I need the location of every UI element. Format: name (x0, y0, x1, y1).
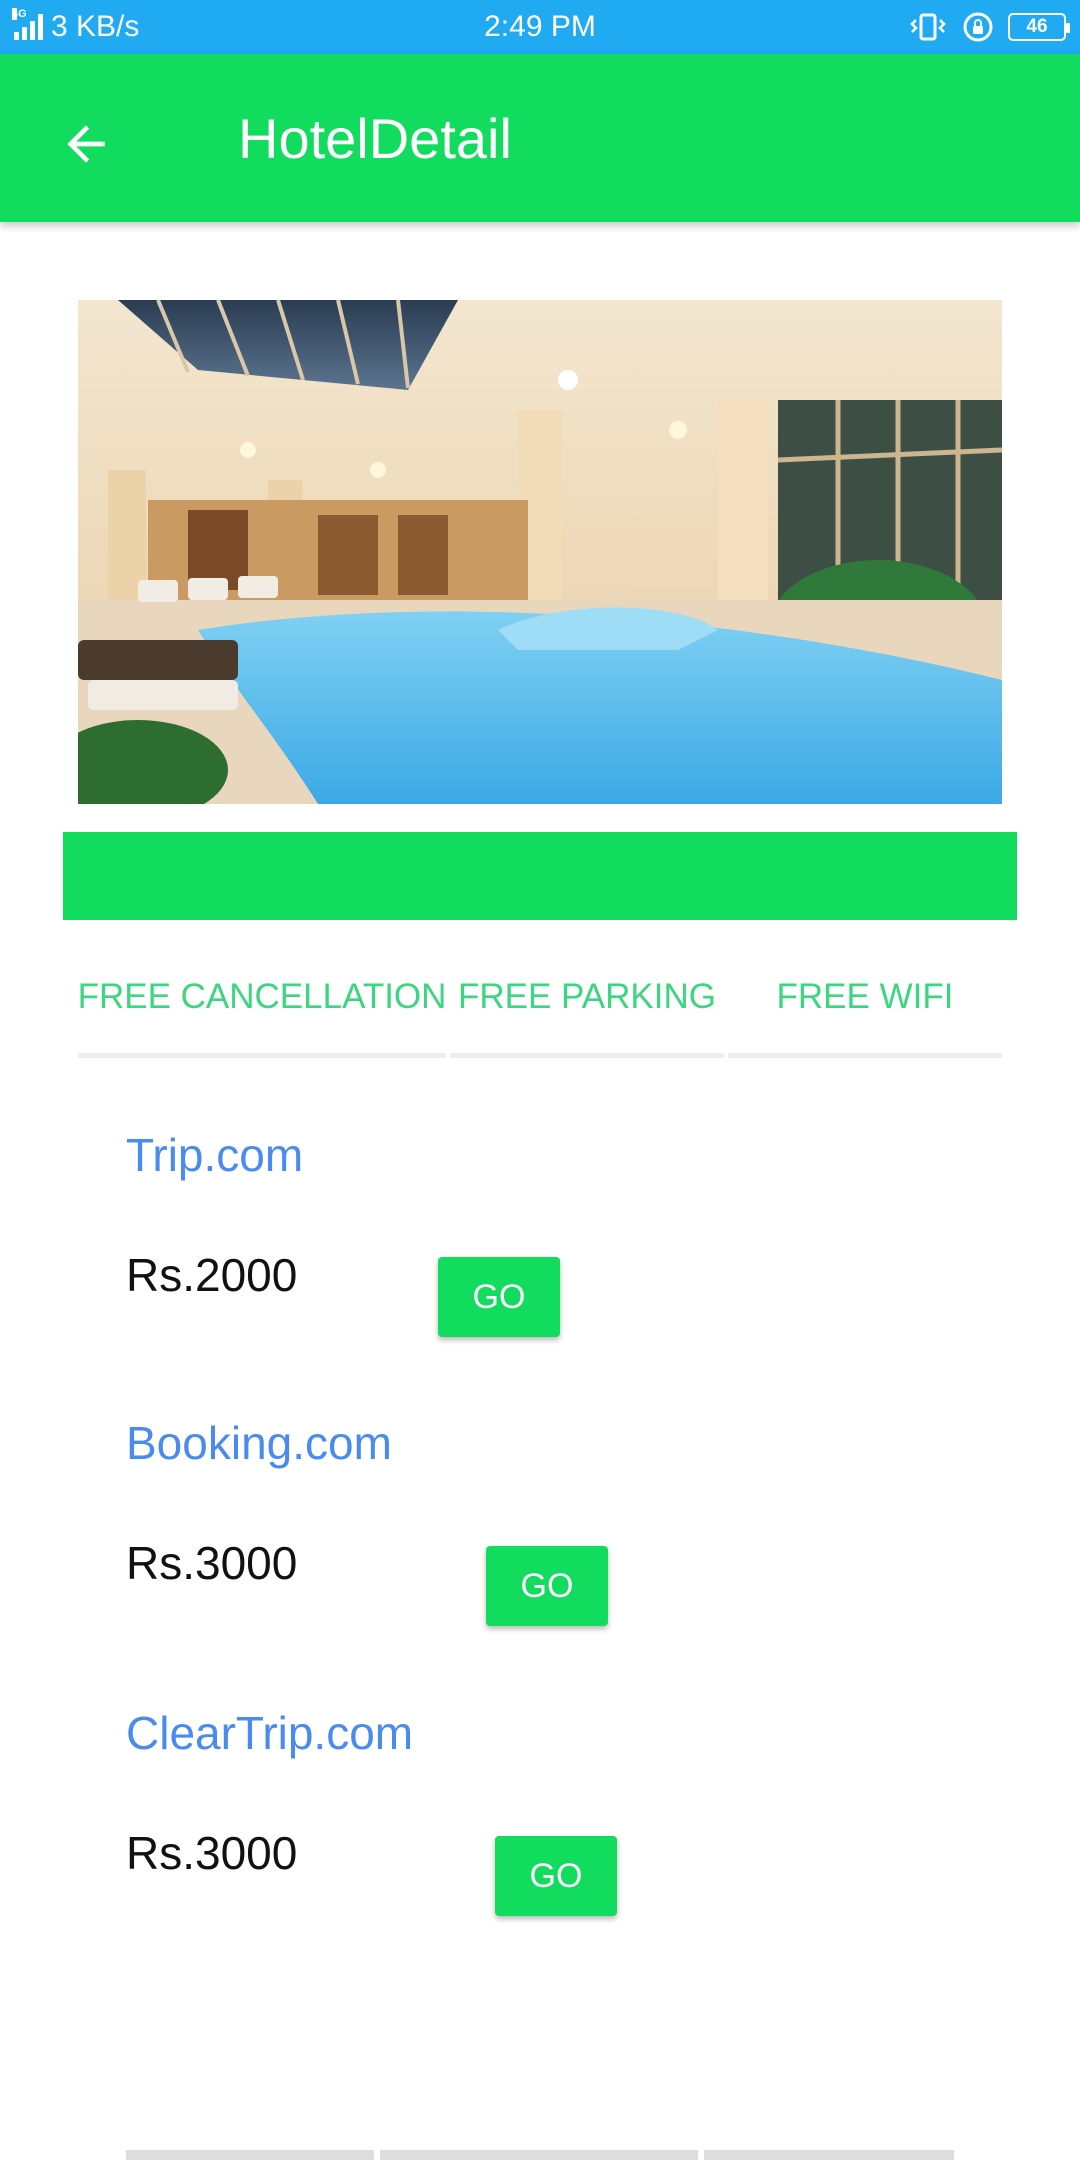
amenity-free-wifi[interactable]: FREE WIFI (728, 940, 1002, 1058)
page-title: HotelDetail (238, 106, 512, 170)
amenity-free-parking[interactable]: FREE PARKING (450, 940, 724, 1058)
offer-price: Rs.2000 (126, 1249, 298, 1301)
network-type: 4G (12, 8, 27, 20)
offer-site-name[interactable]: ClearTrip.com (126, 1706, 413, 1760)
signal-icon: 4G (12, 8, 43, 40)
offer-site-name[interactable]: Trip.com (126, 1128, 303, 1182)
rotation-lock-icon (963, 12, 993, 42)
go-button[interactable]: GO (486, 1546, 608, 1626)
amenity-tabs: FREE CANCELLATION FREE PARKING FREE WIFI (78, 940, 1002, 1062)
go-button[interactable]: GO (438, 1257, 560, 1337)
status-right: 46 (908, 0, 1070, 54)
status-left: 4G 3 KB/s (12, 0, 140, 54)
bottom-divider (126, 2150, 954, 2160)
offer-price: Rs.3000 (126, 1537, 298, 1589)
app-bar: HotelDetail (0, 54, 1080, 222)
amenity-free-cancellation[interactable]: FREE CANCELLATION (78, 940, 446, 1058)
status-bar: 4G 3 KB/s 2:49 PM 46 (0, 0, 1080, 54)
hotel-image (78, 300, 1002, 804)
arrow-left-icon (67, 125, 105, 163)
go-button[interactable]: GO (495, 1836, 617, 1916)
green-banner (63, 832, 1017, 920)
network-speed: 3 KB/s (51, 10, 140, 43)
battery-level: 46 (1026, 16, 1048, 37)
back-button[interactable] (40, 108, 132, 180)
offer-price: Rs.3000 (126, 1827, 298, 1879)
offer-site-name[interactable]: Booking.com (126, 1416, 392, 1470)
battery-icon: 46 (1008, 13, 1070, 41)
vibrate-icon (910, 13, 946, 41)
